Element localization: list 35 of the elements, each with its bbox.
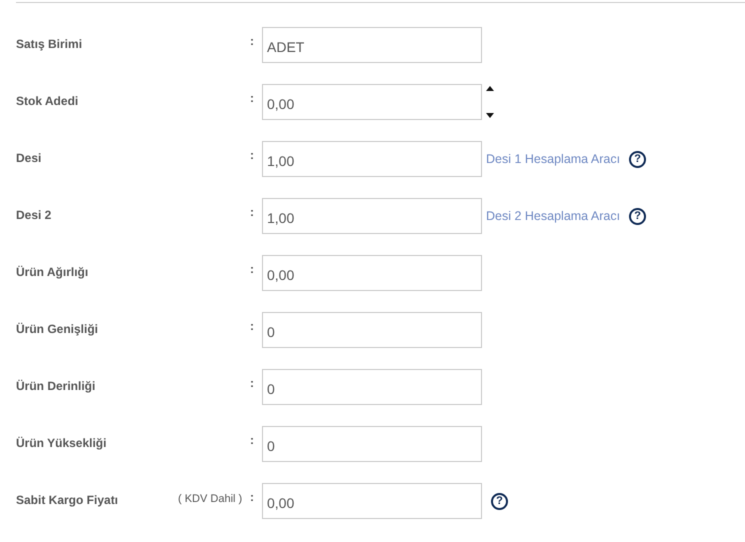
input-field[interactable]: 1,00	[262, 198, 482, 234]
input-field[interactable]: 1,00	[262, 141, 482, 177]
colon: :	[249, 261, 255, 276]
tax-note: ( KDV Dahil )	[178, 492, 240, 505]
field-label: Desi 2	[16, 207, 52, 222]
colon: :	[249, 90, 255, 105]
colon: :	[249, 432, 255, 447]
spin-up-icon[interactable]	[486, 86, 494, 91]
calculator-link[interactable]: Desi 2 Hesaplama Aracı	[486, 198, 620, 223]
input-field[interactable]: 0,00	[262, 483, 482, 519]
help-button[interactable]: ?	[629, 208, 646, 225]
field-label: Ürün Derinliği	[16, 378, 96, 393]
input-field[interactable]: 0,00	[262, 84, 482, 120]
help-button[interactable]: ?	[491, 493, 508, 510]
field-label: Ürün Yüksekliği	[16, 435, 108, 450]
colon: :	[249, 375, 255, 390]
input-field[interactable]: 0,00	[262, 255, 482, 291]
calculator-link[interactable]: Desi 1 Hesaplama Aracı	[486, 141, 620, 166]
field-label: Sabit Kargo Fiyatı	[16, 492, 120, 507]
colon: :	[249, 147, 255, 162]
spin-down-icon[interactable]	[486, 113, 494, 118]
field-label: Desi	[16, 150, 42, 165]
colon: :	[249, 204, 255, 219]
colon: :	[249, 33, 255, 48]
colon: :	[249, 489, 255, 504]
field-label: Ürün Ağırlığı	[16, 264, 90, 279]
help-button[interactable]: ?	[629, 151, 646, 168]
input-field[interactable]: 0	[262, 369, 482, 405]
input-field[interactable]: 0	[262, 312, 482, 348]
field-label: Stok Adedi	[16, 93, 80, 108]
colon: :	[249, 318, 255, 333]
field-label: Satış Birimi	[16, 36, 84, 51]
input-field[interactable]: ADET	[262, 27, 482, 63]
input-field[interactable]: 0	[262, 426, 482, 462]
field-label: Ürün Genişliği	[16, 321, 100, 336]
